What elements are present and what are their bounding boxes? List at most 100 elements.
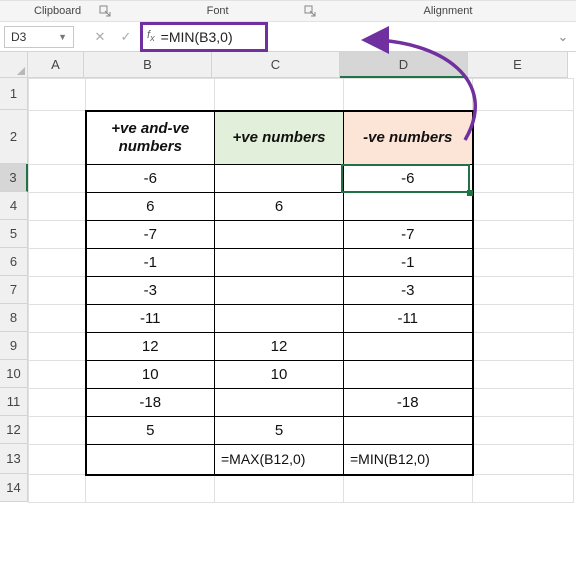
- cell-E7[interactable]: [473, 277, 574, 305]
- cancel-icon[interactable]: ✕: [88, 26, 112, 48]
- cell-D1[interactable]: [344, 79, 473, 111]
- row-header-5[interactable]: 5: [0, 220, 28, 248]
- cell-A9[interactable]: [29, 333, 86, 361]
- row-header-1[interactable]: 1: [0, 78, 28, 110]
- name-box[interactable]: D3 ▼: [4, 26, 74, 48]
- cell-C10[interactable]: 10: [215, 361, 344, 389]
- cell-E4[interactable]: [473, 193, 574, 221]
- cell-C12[interactable]: 5: [215, 417, 344, 445]
- enter-icon[interactable]: ✓: [114, 26, 138, 48]
- cell-A4[interactable]: [29, 193, 86, 221]
- col-header-A[interactable]: A: [28, 52, 84, 78]
- cell-B3[interactable]: -6: [86, 165, 215, 193]
- cell-D13[interactable]: =MIN(B12,0): [344, 445, 473, 475]
- col-header-C[interactable]: C: [212, 52, 340, 78]
- cell-B6[interactable]: -1: [86, 249, 215, 277]
- cell-E11[interactable]: [473, 389, 574, 417]
- dialog-launcher-icon[interactable]: [99, 4, 111, 16]
- cell-A11[interactable]: [29, 389, 86, 417]
- cell-E9[interactable]: [473, 333, 574, 361]
- cell-C13[interactable]: =MAX(B12,0): [215, 445, 344, 475]
- row-header-14[interactable]: 14: [0, 474, 28, 502]
- cell-E5[interactable]: [473, 221, 574, 249]
- cell-C4[interactable]: 6: [215, 193, 344, 221]
- cell-E13[interactable]: [473, 445, 574, 475]
- cell-E14[interactable]: [473, 475, 574, 503]
- row-header-13[interactable]: 13: [0, 444, 28, 474]
- chevron-down-icon[interactable]: ▼: [58, 32, 67, 42]
- cell-E1[interactable]: [473, 79, 574, 111]
- cell-D8[interactable]: -11: [344, 305, 473, 333]
- cell-A7[interactable]: [29, 277, 86, 305]
- cell-D11[interactable]: -18: [344, 389, 473, 417]
- cell-A2[interactable]: [29, 111, 86, 165]
- cell-A10[interactable]: [29, 361, 86, 389]
- cell-D7[interactable]: -3: [344, 277, 473, 305]
- cell-B10[interactable]: 10: [86, 361, 215, 389]
- select-all-button[interactable]: [0, 52, 28, 78]
- col-header-B[interactable]: B: [84, 52, 212, 78]
- cell-D14[interactable]: [344, 475, 473, 503]
- cell-E12[interactable]: [473, 417, 574, 445]
- cell-C6[interactable]: [215, 249, 344, 277]
- row-header-6[interactable]: 6: [0, 248, 28, 276]
- cell-A13[interactable]: [29, 445, 86, 475]
- cell-B9[interactable]: 12: [86, 333, 215, 361]
- cell-C8[interactable]: [215, 305, 344, 333]
- fx-icon[interactable]: fx: [147, 29, 161, 43]
- col-header-D[interactable]: D: [340, 52, 468, 78]
- row-header-4[interactable]: 4: [0, 192, 28, 220]
- expand-formula-bar-icon[interactable]: ⌄: [554, 26, 572, 48]
- cell-B12[interactable]: 5: [86, 417, 215, 445]
- cell-A14[interactable]: [29, 475, 86, 503]
- row-header-3[interactable]: 3: [0, 164, 28, 192]
- cell-B1[interactable]: [86, 79, 215, 111]
- cell-C7[interactable]: [215, 277, 344, 305]
- cell-B5[interactable]: -7: [86, 221, 215, 249]
- row-header-11[interactable]: 11: [0, 388, 28, 416]
- cell-B14[interactable]: [86, 475, 215, 503]
- cell-D5[interactable]: -7: [344, 221, 473, 249]
- cell-B11[interactable]: -18: [86, 389, 215, 417]
- fill-handle[interactable]: [467, 190, 473, 196]
- cell-E3[interactable]: [473, 165, 574, 193]
- cell-D10[interactable]: [344, 361, 473, 389]
- cell-E6[interactable]: [473, 249, 574, 277]
- cell-D6[interactable]: -1: [344, 249, 473, 277]
- cell-C5[interactable]: [215, 221, 344, 249]
- row-header-2[interactable]: 2: [0, 110, 28, 164]
- cell-D12[interactable]: [344, 417, 473, 445]
- cell-C9[interactable]: 12: [215, 333, 344, 361]
- cell-B8[interactable]: -11: [86, 305, 215, 333]
- col-header-E[interactable]: E: [468, 52, 568, 78]
- cell-C3[interactable]: [215, 165, 344, 193]
- cell-C1[interactable]: [215, 79, 344, 111]
- row-header-12[interactable]: 12: [0, 416, 28, 444]
- cell-C14[interactable]: [215, 475, 344, 503]
- cell-D2[interactable]: -ve numbers: [344, 111, 473, 165]
- formula-input[interactable]: =MIN(B3,0): [161, 29, 261, 45]
- cell-D4[interactable]: [344, 193, 473, 221]
- cell-B13[interactable]: [86, 445, 215, 475]
- cell-A12[interactable]: [29, 417, 86, 445]
- cell-B4[interactable]: 6: [86, 193, 215, 221]
- cell-D9[interactable]: [344, 333, 473, 361]
- row-header-10[interactable]: 10: [0, 360, 28, 388]
- cell-A8[interactable]: [29, 305, 86, 333]
- cell-E10[interactable]: [473, 361, 574, 389]
- cell-B7[interactable]: -3: [86, 277, 215, 305]
- row-header-8[interactable]: 8: [0, 304, 28, 332]
- cell-E8[interactable]: [473, 305, 574, 333]
- cell-D3[interactable]: -6: [344, 165, 473, 193]
- cell-A3[interactable]: [29, 165, 86, 193]
- cell-C11[interactable]: [215, 389, 344, 417]
- row-header-7[interactable]: 7: [0, 276, 28, 304]
- cell-E2[interactable]: [473, 111, 574, 165]
- cell-A6[interactable]: [29, 249, 86, 277]
- dialog-launcher-icon[interactable]: [304, 4, 316, 16]
- cell-A1[interactable]: [29, 79, 86, 111]
- cell-B2[interactable]: +ve and-ve numbers: [86, 111, 215, 165]
- cell-A5[interactable]: [29, 221, 86, 249]
- row-header-9[interactable]: 9: [0, 332, 28, 360]
- cell-C2[interactable]: +ve numbers: [215, 111, 344, 165]
